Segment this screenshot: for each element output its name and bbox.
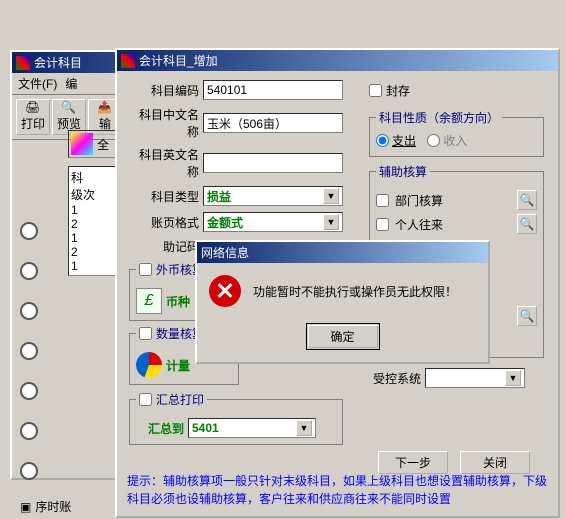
aux-dept[interactable] (376, 194, 389, 207)
pie-icon (136, 352, 162, 378)
notebook-spiral (20, 200, 68, 502)
radio-in[interactable] (427, 134, 440, 147)
output-icon: 📤 (97, 100, 113, 114)
ctrl-combo[interactable]: ▼ (425, 368, 525, 388)
app-icon (121, 54, 135, 68)
sum-checkbox[interactable] (139, 393, 152, 406)
search-icon[interactable]: 🔍 (517, 190, 537, 210)
dialog-message: 功能暂时不能执行或操作员无此权限！ (253, 283, 457, 300)
hint-text: 提示：辅助核算项一般只针对末级科目，如果上级科目也想设置辅助核算，下级科目必须也… (117, 466, 558, 514)
search-icon[interactable]: 🔍 (517, 306, 537, 326)
ok-button[interactable]: 确定 (308, 325, 378, 348)
message-dialog: 网络信息 功能暂时不能执行或操作员无此权限！ 确定 (195, 240, 490, 364)
tree-leaf[interactable]: ▣序时账 (20, 498, 71, 515)
pound-icon: £ (136, 288, 162, 314)
chevron-down-icon[interactable]: ▼ (323, 188, 339, 204)
menu-edit[interactable]: 编 (65, 75, 77, 92)
win2-title: 会计科目_增加 (139, 52, 218, 69)
preview-icon: 🔍 (61, 100, 77, 114)
win2-titlebar[interactable]: 会计科目_增加 (117, 50, 558, 71)
name-en-input[interactable] (203, 153, 343, 173)
error-icon (209, 275, 241, 307)
toolbar-print[interactable]: 🖨打印 (16, 99, 50, 135)
label-en: 科目英文名称 (129, 146, 199, 180)
chevron-down-icon[interactable]: ▼ (323, 214, 339, 230)
app-icon (16, 56, 30, 70)
chevron-down-icon[interactable]: ▼ (296, 420, 312, 436)
menu-file[interactable]: 文件(F) (18, 75, 57, 92)
label-fmt: 账页格式 (129, 214, 199, 231)
fx-checkbox[interactable] (139, 263, 152, 276)
radio-out[interactable] (376, 134, 389, 147)
dialog-titlebar[interactable]: 网络信息 (197, 242, 488, 263)
code-input[interactable] (203, 80, 343, 100)
plus-icon: ▣ (20, 500, 31, 514)
format-combo[interactable]: 金额式▼ (203, 212, 343, 232)
label-code: 科目编码 (129, 82, 199, 99)
cube-icon (71, 133, 93, 155)
name-cn-input[interactable] (203, 113, 343, 133)
seal-checkbox[interactable] (369, 84, 382, 97)
aux-person[interactable] (376, 218, 389, 231)
qty-checkbox[interactable] (139, 327, 152, 340)
search-icon[interactable]: 🔍 (517, 214, 537, 234)
chevron-down-icon[interactable]: ▼ (505, 370, 521, 386)
printer-icon: 🖨 (25, 100, 41, 114)
type-combo[interactable]: 损益▼ (203, 186, 343, 206)
label-cn: 科目中文名称 (129, 106, 199, 140)
win1-title: 会计科目 (34, 54, 82, 71)
label-type: 科目类型 (129, 188, 199, 205)
label-aid: 助记码 (129, 238, 199, 255)
sumto-combo[interactable]: 5401▼ (188, 418, 316, 438)
